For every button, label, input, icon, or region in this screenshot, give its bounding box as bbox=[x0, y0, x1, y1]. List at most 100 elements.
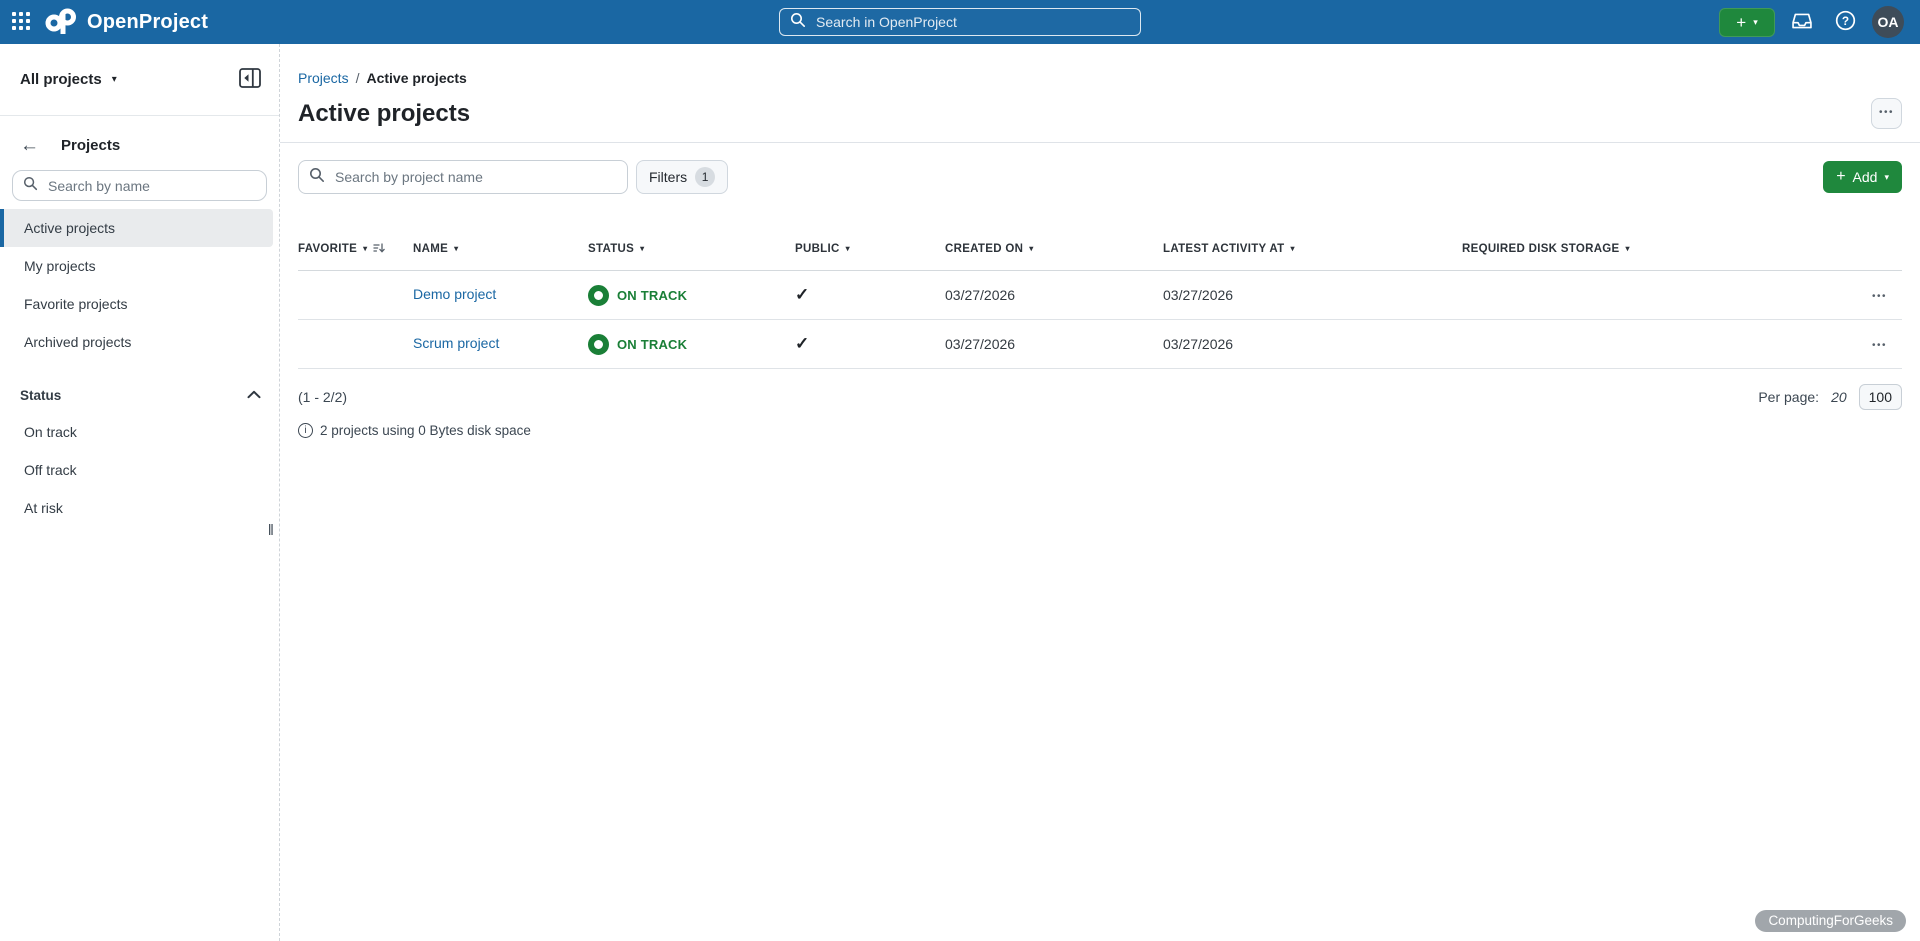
created-on-cell: 03/27/2026 bbox=[945, 336, 1163, 352]
add-label: Add bbox=[1853, 169, 1878, 185]
column-header-favorite[interactable]: FAVORITE ▾ bbox=[298, 242, 413, 257]
filters-button[interactable]: Filters 1 bbox=[636, 160, 728, 194]
caret-down-icon: ▾ bbox=[363, 245, 367, 253]
header-divider bbox=[280, 142, 1920, 143]
public-check-icon: ✓ bbox=[795, 334, 809, 353]
sidebar-item-label: Archived projects bbox=[24, 334, 131, 350]
main-content: Projects / Active projects Active projec… bbox=[280, 44, 1920, 941]
status-section-header[interactable]: Status bbox=[0, 377, 279, 413]
project-scope-row: All projects ▾ bbox=[0, 44, 279, 116]
status-text: ON TRACK bbox=[617, 337, 687, 352]
disk-space-text: 2 projects using 0 Bytes disk space bbox=[320, 423, 531, 438]
sidebar-item-label: On track bbox=[24, 424, 77, 440]
topbar: OpenProject + ▾ bbox=[0, 0, 1920, 44]
watermark: ComputingForGeeks bbox=[1755, 910, 1906, 932]
row-more-button[interactable]: ••• bbox=[1872, 340, 1887, 351]
column-header-required-disk-storage[interactable]: REQUIRED DISK STORAGE ▾ bbox=[1462, 243, 1872, 255]
page-title: Active projects bbox=[298, 100, 470, 128]
page-header: Active projects ••• bbox=[298, 98, 1902, 129]
page-more-button[interactable]: ••• bbox=[1871, 98, 1902, 129]
plus-icon: + bbox=[1736, 14, 1746, 31]
info-icon: i bbox=[298, 423, 313, 438]
column-header-status[interactable]: STATUS ▾ bbox=[588, 243, 795, 255]
avatar-initials: OA bbox=[1878, 14, 1899, 30]
table-row: Demo project ON TRACK ✓ 03/27/2026 03/27… bbox=[298, 271, 1902, 320]
chevron-down-icon: ▾ bbox=[1753, 18, 1758, 27]
sort-descending-icon bbox=[373, 242, 385, 257]
column-header-name[interactable]: NAME ▾ bbox=[413, 243, 588, 255]
sidebar-item-label: Off track bbox=[24, 462, 77, 478]
column-label: STATUS bbox=[588, 243, 634, 255]
project-name-link[interactable]: Demo project bbox=[413, 286, 496, 302]
sidebar-resize-handle[interactable]: ‖ bbox=[268, 522, 274, 539]
status-on-track-icon bbox=[588, 285, 609, 306]
caret-down-icon: ▾ bbox=[846, 245, 850, 253]
ellipsis-icon: ••• bbox=[1879, 107, 1894, 118]
plus-icon: + bbox=[1836, 169, 1845, 185]
status-text: ON TRACK bbox=[617, 288, 687, 303]
sidebar-item-archived-projects[interactable]: Archived projects bbox=[0, 323, 279, 361]
notifications-button[interactable] bbox=[1785, 4, 1819, 41]
per-page-option-20[interactable]: 20 bbox=[1831, 389, 1847, 405]
sidebar-item-label: Favorite projects bbox=[24, 296, 127, 312]
created-on-cell: 03/27/2026 bbox=[945, 287, 1163, 303]
per-page-label: Per page: bbox=[1758, 389, 1819, 405]
sidebar-item-label: Active projects bbox=[24, 220, 115, 236]
caret-down-icon: ▾ bbox=[454, 245, 458, 253]
caret-down-icon: ▾ bbox=[1626, 245, 1630, 253]
sidebar-item-active-projects[interactable]: Active projects bbox=[0, 209, 273, 247]
project-search-input[interactable] bbox=[333, 168, 617, 186]
per-page-selector: Per page: 20 100 bbox=[1758, 384, 1902, 410]
toolbar: Filters 1 + Add ▾ bbox=[298, 160, 1902, 194]
column-label: NAME bbox=[413, 243, 448, 255]
sidebar-header: ← Projects bbox=[0, 116, 279, 168]
sidebar-item-label: My projects bbox=[24, 258, 96, 274]
filters-label: Filters bbox=[649, 169, 687, 185]
chevron-down-icon: ▾ bbox=[1884, 173, 1889, 182]
breadcrumb-projects-link[interactable]: Projects bbox=[298, 70, 349, 86]
collapse-sidebar-button[interactable] bbox=[237, 66, 263, 93]
add-project-button[interactable]: + Add ▾ bbox=[1823, 161, 1902, 193]
inbox-icon bbox=[1791, 10, 1813, 35]
per-page-option-100[interactable]: 100 bbox=[1859, 384, 1902, 410]
sidebar-item-on-track[interactable]: On track bbox=[0, 413, 279, 451]
back-button[interactable]: ← bbox=[20, 136, 39, 155]
project-name-link[interactable]: Scrum project bbox=[413, 335, 499, 351]
quick-add-button[interactable]: + ▾ bbox=[1719, 8, 1775, 37]
disk-space-note: i 2 projects using 0 Bytes disk space bbox=[298, 423, 1902, 438]
latest-activity-cell: 03/27/2026 bbox=[1163, 287, 1462, 303]
breadcrumb: Projects / Active projects bbox=[298, 70, 1902, 86]
global-search-input[interactable] bbox=[814, 13, 1130, 31]
help-icon: ? bbox=[1835, 10, 1856, 34]
sidebar: All projects ▾ ← Projects bbox=[0, 44, 280, 941]
sidebar-search-input[interactable] bbox=[46, 177, 256, 195]
search-icon bbox=[309, 167, 325, 188]
project-scope-selector[interactable]: All projects ▾ bbox=[20, 71, 117, 88]
ellipsis-icon: ••• bbox=[1872, 291, 1887, 302]
sidebar-search[interactable] bbox=[12, 170, 267, 201]
help-button[interactable]: ? bbox=[1829, 4, 1862, 40]
table-row: Scrum project ON TRACK ✓ 03/27/2026 03/2… bbox=[298, 320, 1902, 369]
column-label: LATEST ACTIVITY AT bbox=[1163, 243, 1284, 255]
row-more-button[interactable]: ••• bbox=[1872, 291, 1887, 302]
sidebar-item-favorite-projects[interactable]: Favorite projects bbox=[0, 285, 279, 323]
status-on-track-icon bbox=[588, 334, 609, 355]
sidebar-item-at-risk[interactable]: At risk bbox=[0, 489, 279, 527]
column-label: REQUIRED DISK STORAGE bbox=[1462, 243, 1620, 255]
caret-down-icon: ▾ bbox=[112, 75, 117, 85]
breadcrumb-separator: / bbox=[356, 70, 360, 86]
collapse-sidebar-icon bbox=[239, 68, 261, 91]
column-header-created-on[interactable]: CREATED ON ▾ bbox=[945, 243, 1163, 255]
sidebar-item-my-projects[interactable]: My projects bbox=[0, 247, 279, 285]
sidebar-item-off-track[interactable]: Off track bbox=[0, 451, 279, 489]
openproject-logo[interactable]: OpenProject bbox=[44, 6, 208, 39]
global-search[interactable] bbox=[779, 8, 1141, 36]
column-header-public[interactable]: PUBLIC ▾ bbox=[795, 243, 945, 255]
scope-label: All projects bbox=[20, 71, 102, 88]
app-grid-menu-button[interactable] bbox=[6, 6, 36, 39]
avatar[interactable]: OA bbox=[1872, 6, 1904, 38]
column-header-latest-activity-at[interactable]: LATEST ACTIVITY AT ▾ bbox=[1163, 243, 1462, 255]
resize-grip-icon: ‖ bbox=[268, 522, 274, 539]
sidebar-title: Projects bbox=[61, 137, 120, 154]
project-search[interactable] bbox=[298, 160, 628, 194]
